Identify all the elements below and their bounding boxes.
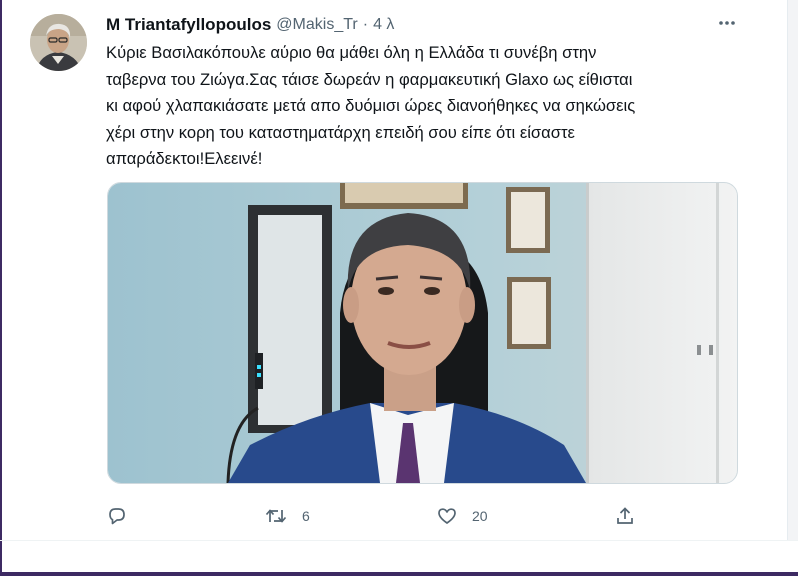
window-frame-bottom <box>0 572 798 576</box>
separator-dot: · <box>362 16 369 33</box>
tweet-video[interactable] <box>107 182 738 484</box>
like-count: 20 <box>472 508 488 524</box>
retweet-button[interactable]: 6 <box>264 500 310 532</box>
tweet-divider <box>0 540 798 541</box>
like-button[interactable]: 20 <box>436 500 488 532</box>
share-button[interactable] <box>614 500 636 532</box>
retweet-icon <box>265 509 287 523</box>
retweet-count: 6 <box>302 508 310 524</box>
display-name[interactable]: M Triantafyllopoulos <box>106 15 271 35</box>
share-icon <box>617 507 633 524</box>
timestamp[interactable]: 4 λ <box>373 16 394 34</box>
scrollbar-track[interactable] <box>787 0 798 540</box>
user-handle[interactable]: @Makis_Tr <box>276 16 357 34</box>
reply-button[interactable] <box>106 500 128 532</box>
more-horizontal-icon <box>719 21 735 25</box>
tweet-header: M Triantafyllopoulos @Makis_Tr · 4 λ <box>106 14 394 36</box>
tweet-text: Κύριε Βασιλακόπουλε αύριο θα μάθει όλη η… <box>106 43 636 168</box>
tweet-actions: 6 20 <box>106 500 646 532</box>
avatar[interactable] <box>30 14 87 71</box>
reply-icon <box>109 508 125 525</box>
tweet[interactable]: M Triantafyllopoulos @Makis_Tr · 4 λ Κύρ… <box>0 0 786 540</box>
heart-icon <box>438 508 456 524</box>
more-options-button[interactable] <box>712 10 742 36</box>
